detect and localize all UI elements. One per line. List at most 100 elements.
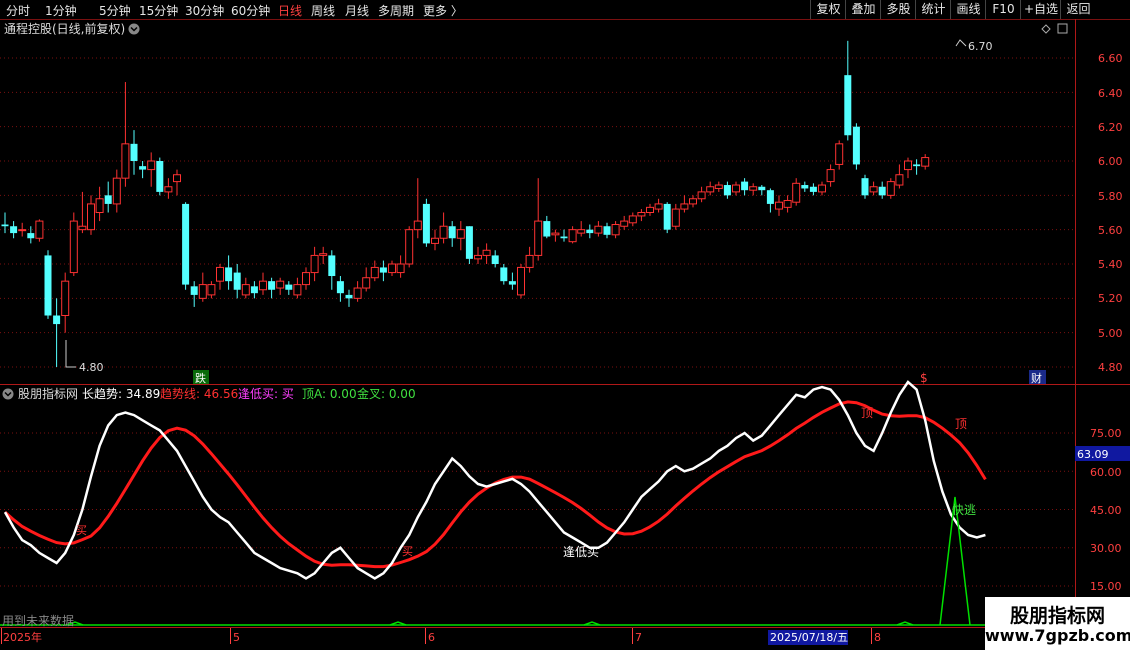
title-dropdown-icon[interactable] (128, 23, 140, 35)
cursor-date: 2025/07/18/五 (770, 631, 848, 644)
candle-body-up (164, 186, 173, 193)
tab-multi-period[interactable]: 多周期 (378, 2, 414, 19)
candle-body-up (680, 203, 689, 210)
candle-body-up (405, 229, 414, 265)
tab-5min[interactable]: 5分钟 (99, 2, 131, 19)
indicator-top-a: 顶A: 0.00 (302, 387, 357, 401)
fall-marker[interactable]: 跌 (195, 371, 206, 385)
tab-daily[interactable]: 日线 (278, 2, 302, 19)
expand-icon[interactable] (1057, 23, 1068, 34)
candle-body-down (913, 164, 921, 167)
candle-body-down (130, 143, 138, 161)
candle-body-up (792, 182, 801, 203)
price-tick: 6.40 (1098, 87, 1123, 100)
candle-body-up (61, 280, 70, 316)
indicator-golden-cross: 金叉: 0.00 (357, 386, 416, 401)
low-label: 4.80 (79, 361, 104, 374)
candle-body-up (637, 212, 646, 217)
candle-body-down (586, 229, 594, 234)
multi-stock-button[interactable]: 多股 (880, 0, 916, 19)
date-label-jun: 6 (428, 631, 435, 644)
candle-body-up (714, 184, 723, 189)
candle-body-up (783, 199, 792, 208)
tab-1min[interactable]: 1分钟 (45, 2, 77, 19)
candle-body-down (809, 186, 817, 192)
tab-monthly[interactable]: 月线 (345, 2, 369, 19)
f10-button[interactable]: F10 (985, 0, 1021, 19)
candle-body-up (216, 266, 224, 282)
candle-body-up (302, 272, 310, 286)
candle-body-down (758, 186, 766, 191)
low-marker-arrow (65, 340, 76, 368)
stats-button[interactable]: 统计 (915, 0, 951, 19)
candle-body-up (689, 198, 697, 205)
candle-body-up (706, 186, 715, 193)
tab-60min[interactable]: 60分钟 (231, 2, 270, 19)
candle-body-up (198, 284, 207, 299)
high-label: 6.70 (968, 40, 993, 53)
candle-body-up (620, 220, 629, 227)
return-button[interactable]: 返回 (1060, 0, 1096, 19)
indicator-low-buy: 逢低买: 买 (238, 387, 294, 401)
candle-body-up (207, 284, 216, 296)
candle-body-up (904, 160, 912, 171)
chart-area[interactable]: 通程控股(日线,前复权) 6.70 4.80 6.60 6.40 6.20 6.… (0, 19, 1130, 650)
tab-15min[interactable]: 15分钟 (139, 2, 178, 19)
candle-body-down (139, 166, 147, 170)
date-label-aug: 8 (874, 631, 881, 644)
candle-body-down (10, 226, 18, 234)
date-label-year: 2025年 (3, 630, 42, 644)
candle-body-down (44, 255, 52, 316)
candle-body-down (345, 294, 353, 299)
price-tick: 5.60 (1098, 224, 1123, 237)
candle-body-up (121, 143, 130, 179)
candle-body-up (577, 229, 586, 234)
candle-body-up (594, 225, 603, 234)
candle-body-up (895, 174, 904, 186)
tab-intraday[interactable]: 分时 (6, 2, 30, 19)
candle-body-up (259, 280, 267, 291)
candle-body-down (852, 126, 860, 165)
candle-body-up (319, 253, 328, 256)
finance-marker[interactable]: 财 (1031, 371, 1042, 385)
candle-body-down (465, 226, 473, 259)
indicator-tick: 75.00 (1090, 427, 1122, 440)
candle-body-up (517, 266, 525, 296)
candle-body-up (78, 225, 87, 231)
candle-body-down (663, 203, 671, 230)
date-label-may: 5 (233, 631, 240, 644)
candle-body-up (826, 169, 835, 183)
candle-body-down (560, 236, 568, 239)
candle-body-down (328, 255, 336, 277)
top-annotation: 顶 (861, 406, 873, 420)
add-watchlist-button[interactable]: +自选 (1020, 0, 1061, 19)
candle-body-up (362, 277, 371, 289)
overlay-button[interactable]: 叠加 (845, 0, 881, 19)
candle-body-up (869, 186, 878, 193)
candle-body-up (112, 177, 121, 205)
candle-body-up (69, 220, 78, 274)
candle-body-down (27, 233, 35, 239)
candle-body-up (697, 191, 706, 200)
candle-body-up (628, 215, 637, 224)
draw-line-button[interactable]: 画线 (950, 0, 986, 19)
indicator-tick: 60.00 (1090, 466, 1122, 479)
dollar-marker[interactable]: $ (920, 371, 928, 385)
indicator-dropdown-icon[interactable] (2, 388, 14, 400)
candle-body-down (182, 203, 190, 285)
price-tick: 6.20 (1098, 121, 1123, 134)
tab-weekly[interactable]: 周线 (311, 2, 335, 19)
candle-body-up (456, 229, 465, 239)
candle-body-down (250, 286, 258, 294)
tab-30min[interactable]: 30分钟 (185, 2, 224, 19)
buy-annotation: 买 (402, 545, 413, 558)
diamond-icon[interactable] (1041, 24, 1051, 34)
restore-rights-button[interactable]: 复权 (810, 0, 846, 19)
candle-body-up (482, 249, 491, 256)
candle-body-down (190, 286, 198, 295)
tab-more[interactable]: 更多 〉 (423, 2, 463, 19)
candle-body-up (886, 181, 895, 196)
candle-body-up (551, 232, 560, 236)
price-tick: 6.60 (1098, 52, 1123, 65)
candle-body-down (1, 224, 9, 227)
